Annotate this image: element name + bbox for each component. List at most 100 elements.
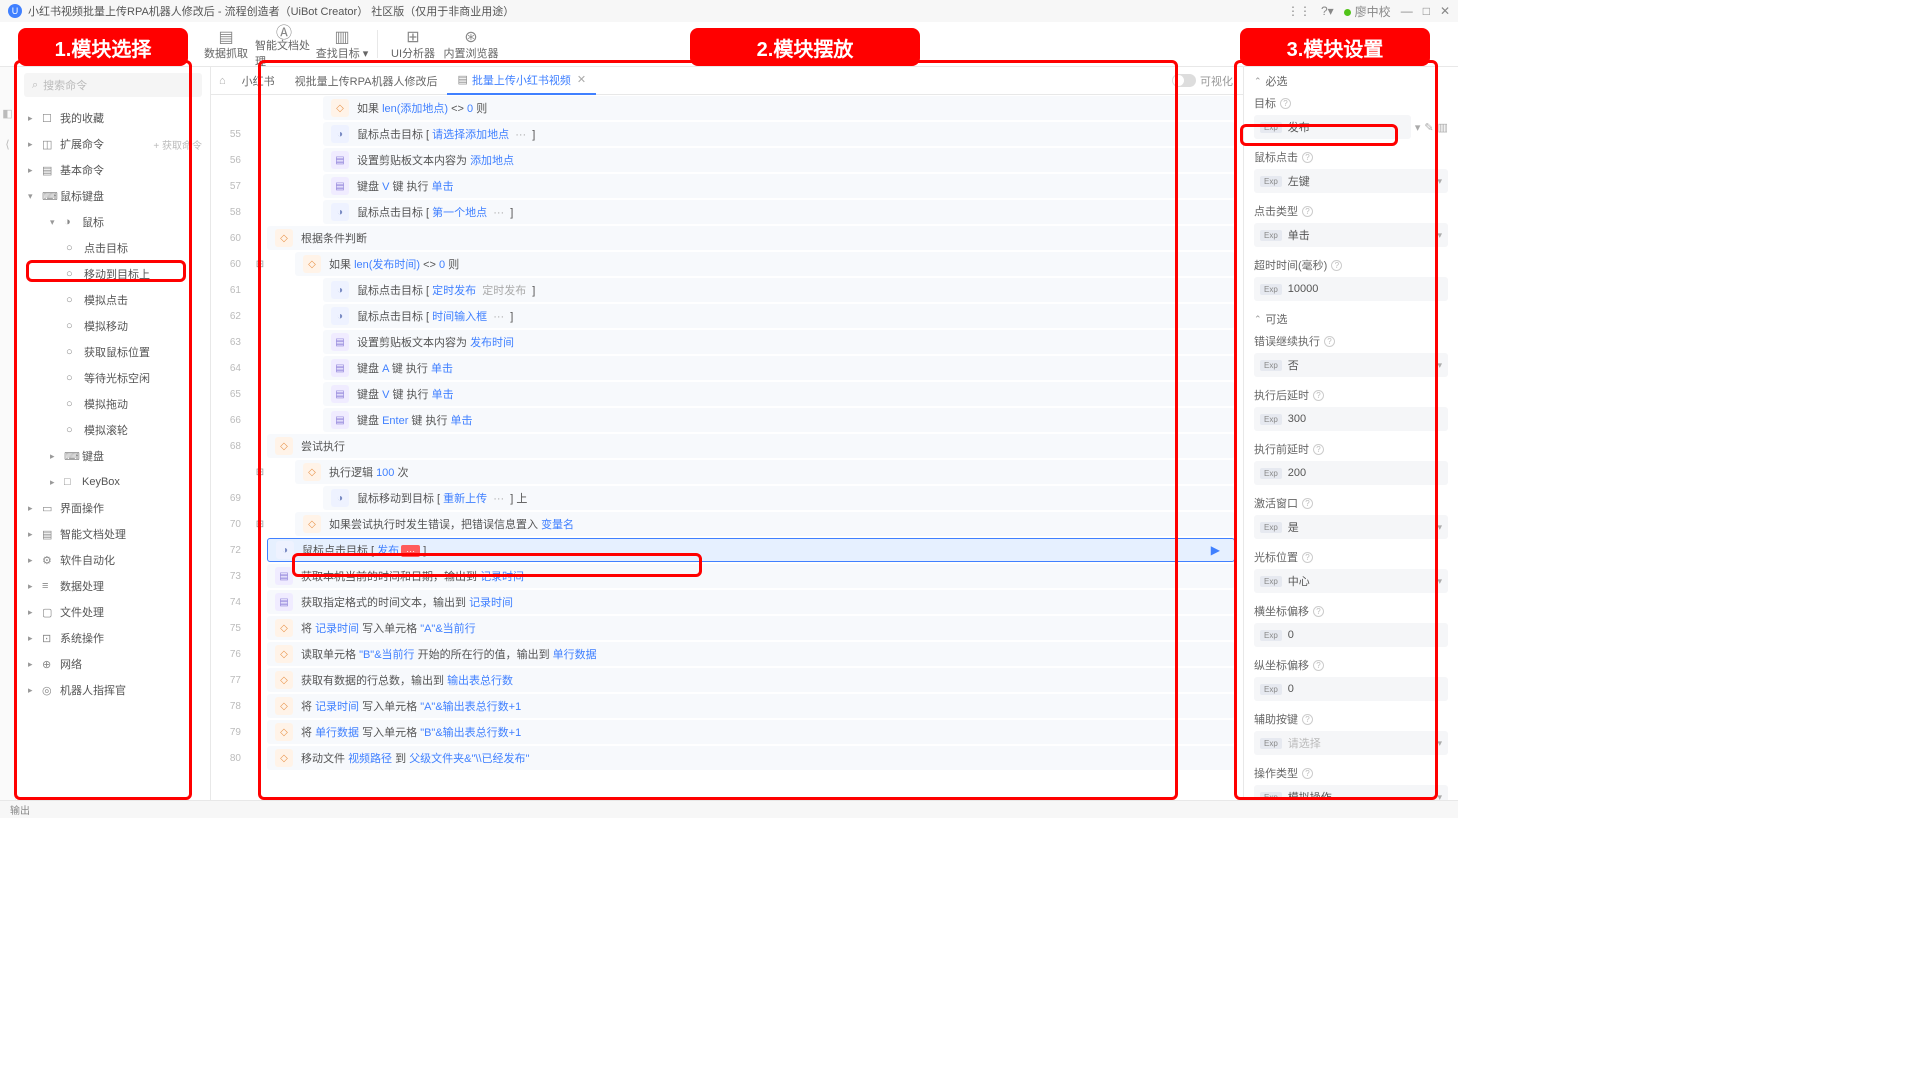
prop-activate-input[interactable]: Exp是▾ xyxy=(1254,515,1448,539)
code-block[interactable]: ◇获取有数据的行总数，输出到 输出表总行数 xyxy=(267,668,1235,692)
fold-gutter[interactable]: ⊟ xyxy=(253,259,267,270)
find-target-button[interactable]: ▥查找目标 ▾ xyxy=(313,23,371,65)
rail-icon[interactable]: ⟨ xyxy=(5,138,9,151)
code-block[interactable]: ◑鼠标点击目标 [ 时间输入框 ··· ] xyxy=(323,304,1235,328)
tab-1[interactable]: 小红书 xyxy=(232,67,285,95)
code-block[interactable]: ▤键盘 A 键 执行 单击 xyxy=(323,356,1235,380)
code-line[interactable]: 78◇将 记录时间 写入单元格 "A"&输出表总行数+1 xyxy=(211,693,1243,719)
code-line[interactable]: 62◑鼠标点击目标 [ 时间输入框 ··· ] xyxy=(211,303,1243,329)
code-line[interactable]: 75◇将 记录时间 写入单元格 "A"&当前行 xyxy=(211,615,1243,641)
code-block[interactable]: ◇移动文件 视频路径 到 父级文件夹&"\\已经发布" xyxy=(267,746,1235,770)
section-required[interactable]: ⌃必选 xyxy=(1254,73,1448,89)
tree-mouse[interactable]: ▾◑鼠标 xyxy=(16,209,210,235)
tab-2[interactable]: 视批量上传RPA机器人修改后 xyxy=(285,67,448,95)
code-block[interactable]: ▤设置剪贴板文本内容为 添加地点 xyxy=(323,148,1235,172)
code-line[interactable]: 69◑鼠标移动到目标 [ 重新上传 ··· ] 上 xyxy=(211,485,1243,511)
code-line[interactable]: 55◑鼠标点击目标 [ 请选择添加地点 ··· ] xyxy=(211,121,1243,147)
code-block[interactable]: ▤获取本机当前的时间和日期，输出到 记录时间 xyxy=(267,564,1235,588)
tab-3[interactable]: ▤批量上传小红书视频✕ xyxy=(447,67,596,95)
code-block[interactable]: ▤键盘 V 键 执行 单击 xyxy=(323,382,1235,406)
tree-get-pos[interactable]: ○获取鼠标位置 xyxy=(16,339,210,365)
tree-click-target[interactable]: ○点击目标 xyxy=(16,235,210,261)
tree-basic[interactable]: ▸▤基本命令 xyxy=(16,157,210,183)
tree-robot[interactable]: ▸◎机器人指挥官 xyxy=(16,677,210,703)
run-line-icon[interactable]: ▶ xyxy=(1211,543,1226,557)
code-block[interactable]: ◇如果尝试执行时发生错误，把错误信息置入 变量名 xyxy=(295,512,1235,536)
code-block[interactable]: ◑鼠标点击目标 [ 发布··· ]▶ xyxy=(267,538,1235,562)
code-line[interactable]: 63▤设置剪贴板文本内容为 发布时间 xyxy=(211,329,1243,355)
code-block[interactable]: ▤键盘 V 键 执行 单击 xyxy=(323,174,1235,198)
fold-gutter[interactable]: ⊟ xyxy=(253,467,267,478)
code-line[interactable]: 74▤获取指定格式的时间文本，输出到 记录时间 xyxy=(211,589,1243,615)
code-line[interactable]: 79◇将 单行数据 写入单元格 "B"&输出表总行数+1 xyxy=(211,719,1243,745)
prop-cursor-input[interactable]: Exp中心▾ xyxy=(1254,569,1448,593)
dropdown-icon[interactable]: ▾ xyxy=(1415,121,1421,134)
tree-mouse-keyboard[interactable]: ▾⌨鼠标键盘 xyxy=(16,183,210,209)
code-area[interactable]: ◇如果 len(添加地点) <> 0 则55◑鼠标点击目标 [ 请选择添加地点 … xyxy=(211,95,1243,800)
tree-sys[interactable]: ▸⊡系统操作 xyxy=(16,625,210,651)
tree-sim-move[interactable]: ○模拟移动 xyxy=(16,313,210,339)
maximize-icon[interactable]: □ xyxy=(1423,4,1430,18)
tree-net[interactable]: ▸⊕网络 xyxy=(16,651,210,677)
prop-voff-input[interactable]: Exp0 xyxy=(1254,677,1448,701)
code-block[interactable]: ◑鼠标点击目标 [ 定时发布 定时发布 ] xyxy=(323,278,1235,302)
code-line[interactable]: 60⊟◇如果 len(发布时间) <> 0 则 xyxy=(211,251,1243,277)
prop-timeout-input[interactable]: Exp10000 xyxy=(1254,277,1448,301)
code-line[interactable]: 80◇移动文件 视频路径 到 父级文件夹&"\\已经发布" xyxy=(211,745,1243,771)
prop-ctype-input[interactable]: Exp单击▾ xyxy=(1254,223,1448,247)
code-line[interactable]: 66▤键盘 Enter 键 执行 单击 xyxy=(211,407,1243,433)
code-line[interactable]: 64▤键盘 A 键 执行 单击 xyxy=(211,355,1243,381)
prop-predelay-input[interactable]: Exp200 xyxy=(1254,461,1448,485)
code-line[interactable]: 58◑鼠标点击目标 [ 第一个地点 ··· ] xyxy=(211,199,1243,225)
code-block[interactable]: ◇根据条件判断 xyxy=(267,226,1235,250)
code-line[interactable]: 60◇根据条件判断 xyxy=(211,225,1243,251)
code-line[interactable]: 61◑鼠标点击目标 [ 定时发布 定时发布 ] xyxy=(211,277,1243,303)
tree-sim-drag[interactable]: ○模拟拖动 xyxy=(16,391,210,417)
prop-click-input[interactable]: Exp左键▾ xyxy=(1254,169,1448,193)
code-line[interactable]: 65▤键盘 V 键 执行 单击 xyxy=(211,381,1243,407)
code-line[interactable]: 70⊟◇如果尝试执行时发生错误，把错误信息置入 变量名 xyxy=(211,511,1243,537)
close-icon[interactable]: ✕ xyxy=(1440,4,1450,18)
code-block[interactable]: ▤获取指定格式的时间文本，输出到 记录时间 xyxy=(267,590,1235,614)
tree-move-to[interactable]: ○移动到目标上 xyxy=(16,261,210,287)
code-block[interactable]: ◑鼠标移动到目标 [ 重新上传 ··· ] 上 xyxy=(323,486,1235,510)
smart-doc-button[interactable]: Ⓐ智能文档处理 xyxy=(255,23,313,65)
code-block[interactable]: ◇尝试执行 xyxy=(267,434,1235,458)
prop-hoff-input[interactable]: Exp0 xyxy=(1254,623,1448,647)
prop-target-input[interactable]: Exp发布 xyxy=(1254,115,1411,139)
browser-button[interactable]: ⊛内置浏览器 xyxy=(442,23,500,65)
ui-analyzer-button[interactable]: ⊞UI分析器 xyxy=(384,23,442,65)
apps-icon[interactable]: ⋮⋮ xyxy=(1287,4,1311,18)
code-block[interactable]: ◇将 单行数据 写入单元格 "B"&输出表总行数+1 xyxy=(267,720,1235,744)
code-line[interactable]: 77◇获取有数据的行总数，输出到 输出表总行数 xyxy=(211,667,1243,693)
prop-errcont-input[interactable]: Exp否▾ xyxy=(1254,353,1448,377)
code-line[interactable]: 76◇读取单元格 "B"&当前行 开始的所在行的值，输出到 单行数据 xyxy=(211,641,1243,667)
tab-close-icon[interactable]: ✕ xyxy=(577,73,586,86)
code-line[interactable]: 73▤获取本机当前的时间和日期，输出到 记录时间 xyxy=(211,563,1243,589)
fold-gutter[interactable]: ⊟ xyxy=(253,519,267,530)
code-block[interactable]: ◇如果 len(发布时间) <> 0 则 xyxy=(295,252,1235,276)
code-line[interactable]: 57▤键盘 V 键 执行 单击 xyxy=(211,173,1243,199)
code-line[interactable]: 68◇尝试执行 xyxy=(211,433,1243,459)
tree-sim-scroll[interactable]: ○模拟滚轮 xyxy=(16,417,210,443)
section-optional[interactable]: ⌃可选 xyxy=(1254,311,1448,327)
code-block[interactable]: ◇如果 len(添加地点) <> 0 则 xyxy=(323,96,1235,120)
tree-keybox[interactable]: ▸□KeyBox xyxy=(16,469,210,495)
tree-ui-ops[interactable]: ▸▭界面操作 xyxy=(16,495,210,521)
code-block[interactable]: ▤键盘 Enter 键 执行 单击 xyxy=(323,408,1235,432)
get-cmd-link[interactable]: + 获取命令 xyxy=(153,137,202,152)
code-line[interactable]: 72◑鼠标点击目标 [ 发布··· ]▶ xyxy=(211,537,1243,563)
code-line[interactable]: ◇如果 len(添加地点) <> 0 则 xyxy=(211,95,1243,121)
code-block[interactable]: ▤设置剪贴板文本内容为 发布时间 xyxy=(323,330,1235,354)
pick-icon[interactable]: ▥ xyxy=(1438,121,1448,134)
tree-sim-click[interactable]: ○模拟点击 xyxy=(16,287,210,313)
code-block[interactable]: ◇将 记录时间 写入单元格 "A"&输出表总行数+1 xyxy=(267,694,1235,718)
code-line[interactable]: ⊟◇执行逻辑 100 次 xyxy=(211,459,1243,485)
code-block[interactable]: ◑鼠标点击目标 [ 请选择添加地点 ··· ] xyxy=(323,122,1235,146)
code-block[interactable]: ◑鼠标点击目标 [ 第一个地点 ··· ] xyxy=(323,200,1235,224)
prop-aux-input[interactable]: Exp请选择▾ xyxy=(1254,731,1448,755)
prop-postdelay-input[interactable]: Exp300 xyxy=(1254,407,1448,431)
tree-extensions[interactable]: ▸◫扩展命令+ 获取命令 xyxy=(16,131,210,157)
user-status[interactable]: 廖中校 xyxy=(1344,3,1391,20)
code-block[interactable]: ◇将 记录时间 写入单元格 "A"&当前行 xyxy=(267,616,1235,640)
